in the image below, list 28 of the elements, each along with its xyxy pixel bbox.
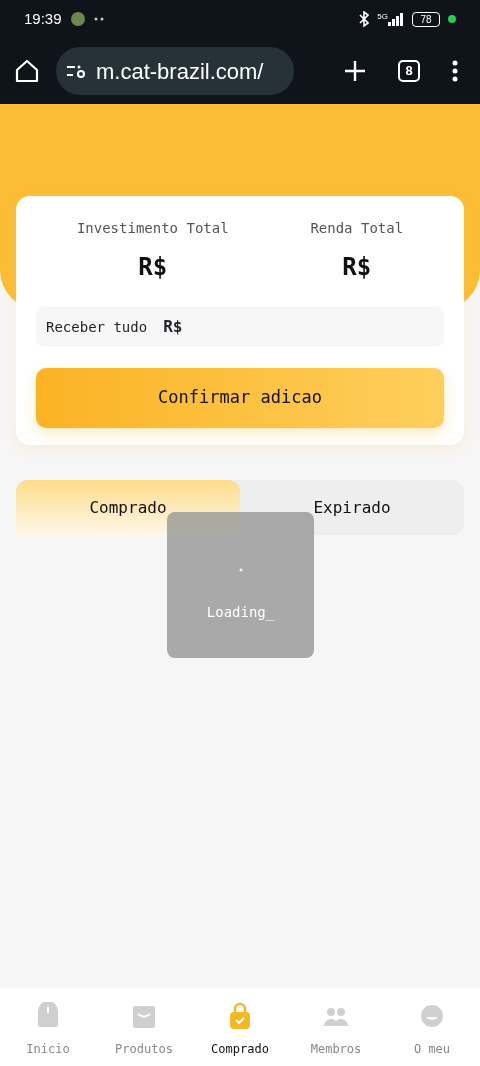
stat-label: Renda Total: [309, 219, 405, 238]
url-text: m.cat-brazil.com/: [96, 57, 264, 86]
stat-value: R$: [137, 252, 169, 283]
receive-value: R$: [163, 316, 183, 338]
nav-item[interactable]: Produtos: [96, 988, 192, 1066]
nav-item[interactable]: Membros: [288, 988, 384, 1066]
profile-icon: [418, 1002, 446, 1030]
battery-icon: 78: [412, 11, 440, 27]
nav-item[interactable]: Inicio: [0, 988, 96, 1066]
nav-item[interactable]: Comprado: [192, 988, 288, 1066]
site-settings-icon[interactable]: [66, 63, 88, 79]
loading-text: Loading_: [206, 603, 275, 623]
tab-count[interactable]: 8: [398, 60, 420, 82]
receive-label: Receber tudo: [46, 317, 148, 337]
more-icon: [93, 17, 104, 21]
confirm-button[interactable]: Confirmar adicao: [36, 368, 444, 428]
tab[interactable]: Expirado: [240, 480, 464, 535]
nav-item[interactable]: O meu: [384, 988, 480, 1066]
dot-icon: [448, 15, 456, 23]
menu-icon[interactable]: [452, 60, 458, 82]
address-bar[interactable]: m.cat-brazil.com/: [56, 47, 294, 95]
bluetooth-icon: [359, 11, 370, 27]
plus-icon[interactable]: [344, 60, 366, 82]
signal-icon: [388, 12, 404, 26]
stat-value: R$: [341, 252, 373, 283]
network-text: 5G: [377, 11, 388, 23]
stat-label: Investimento Total: [75, 219, 230, 238]
clock-text: 19:39: [24, 8, 62, 29]
